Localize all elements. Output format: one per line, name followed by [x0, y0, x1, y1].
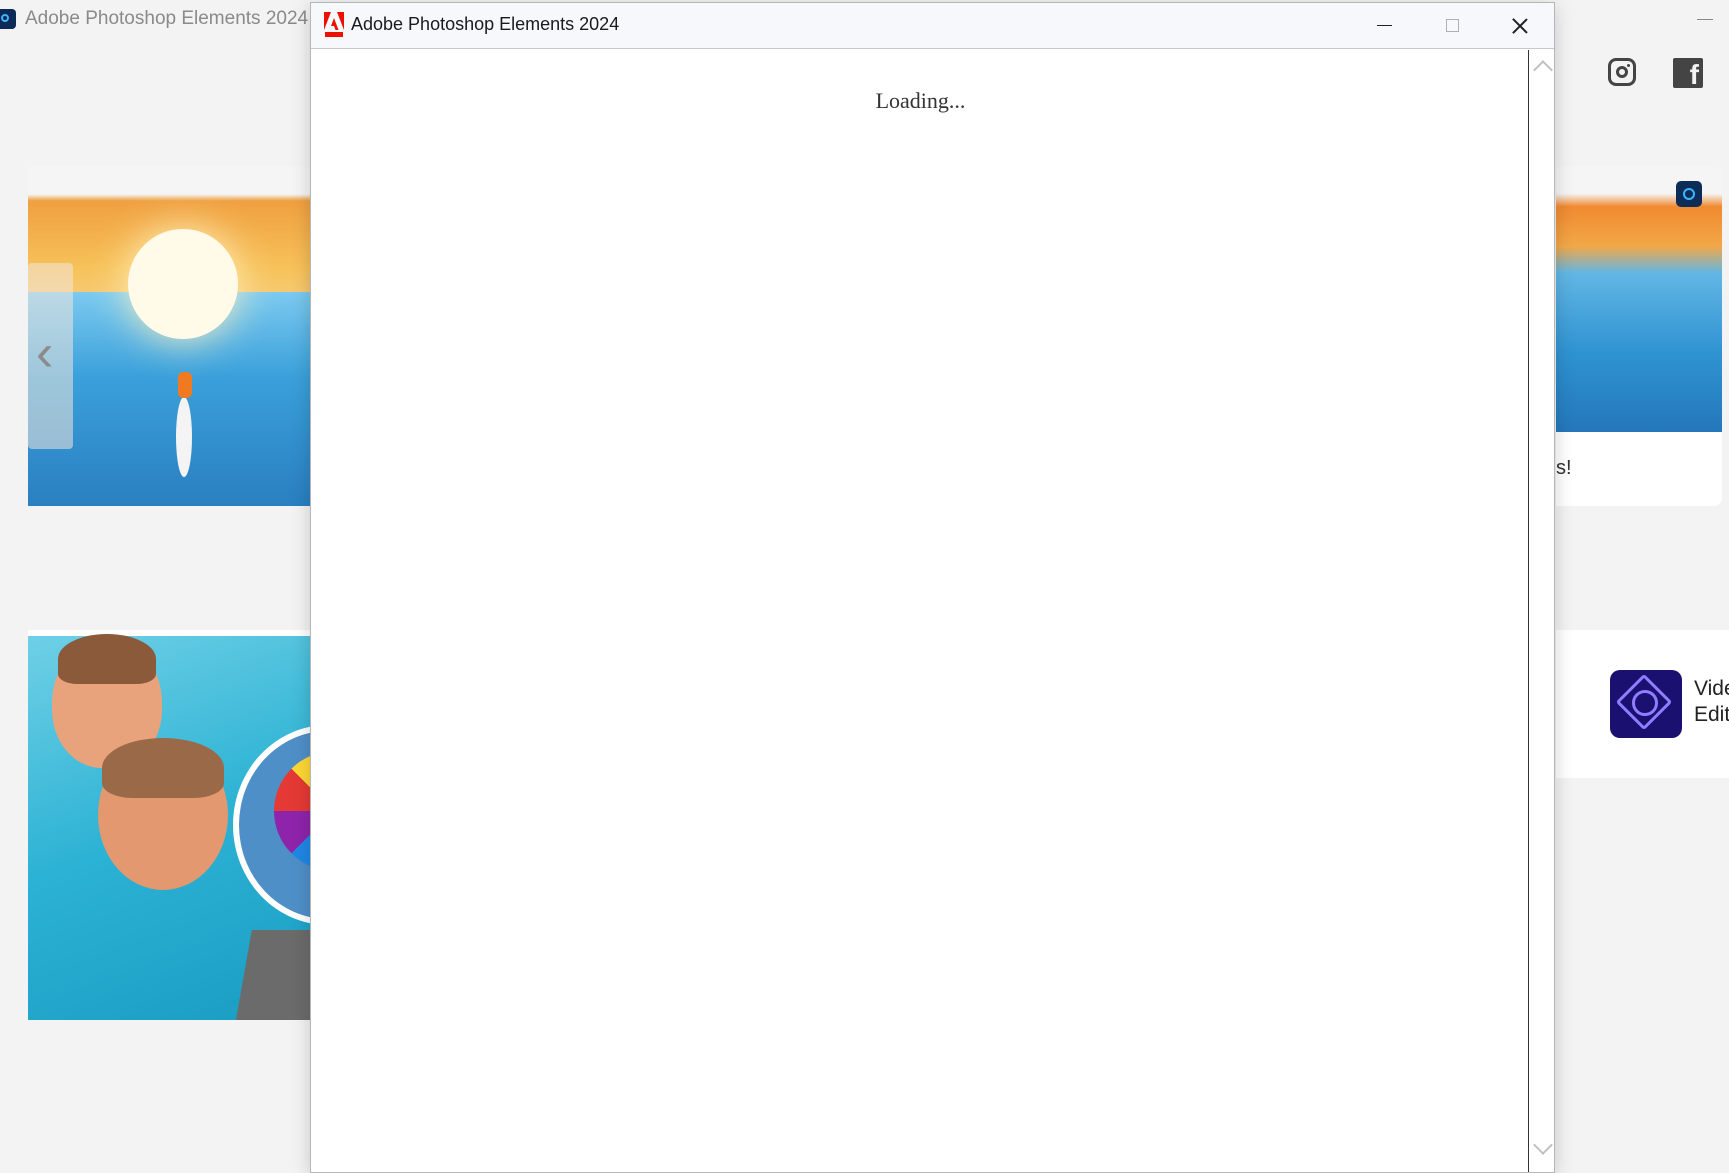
dialog-content: Loading... — [313, 50, 1529, 1172]
close-button[interactable] — [1486, 3, 1554, 48]
loading-dialog: Adobe Photoshop Elements 2024 Loading... — [310, 2, 1555, 1173]
video-editor-card[interactable]: Vide Edit — [1556, 630, 1729, 778]
dialog-title: Adobe Photoshop Elements 2024 — [351, 14, 620, 34]
background-app-title: Adobe Photoshop Elements 2024 — [25, 8, 309, 29]
instagram-icon[interactable] — [1608, 58, 1636, 86]
chevron-down-icon — [1533, 1135, 1553, 1155]
video-label-line1: Vide — [1694, 677, 1729, 700]
dialog-titlebar[interactable]: Adobe Photoshop Elements 2024 — [311, 3, 1554, 49]
kayaker — [178, 372, 192, 398]
photoshop-elements-icon — [0, 9, 16, 29]
vertical-scrollbar[interactable] — [1529, 50, 1554, 1172]
chevron-left-icon: ‹ — [36, 324, 54, 382]
video-editor-label: Vide Edit — [1694, 676, 1729, 728]
carousel-prev-button[interactable]: ‹ — [28, 263, 73, 449]
minimize-icon — [1376, 25, 1392, 26]
video-label-line2: Edit — [1694, 703, 1729, 726]
kids-pool-promo-card[interactable] — [28, 630, 318, 1020]
facebook-icon[interactable]: f — [1673, 58, 1703, 88]
chevron-up-icon — [1533, 60, 1553, 80]
maximize-button[interactable] — [1418, 3, 1486, 48]
scroll-up-button[interactable] — [1533, 57, 1553, 80]
promo-card-text: s! — [1556, 457, 1572, 479]
kayak — [176, 397, 192, 477]
photoshop-elements-badge-icon — [1676, 181, 1702, 207]
close-icon — [1511, 17, 1529, 35]
sunset-sun — [128, 229, 238, 339]
minimize-button[interactable] — [1350, 3, 1418, 48]
loading-text: Loading... — [875, 88, 966, 113]
kid-with-goggles-photo — [98, 738, 228, 890]
scroll-down-button[interactable] — [1533, 1135, 1553, 1155]
premiere-elements-icon — [1610, 670, 1682, 738]
background-minimize-button[interactable] — [1697, 19, 1713, 20]
right-promo-card[interactable]: s! — [1556, 167, 1722, 506]
adobe-logo-icon — [324, 12, 344, 37]
maximize-icon — [1445, 19, 1459, 32]
